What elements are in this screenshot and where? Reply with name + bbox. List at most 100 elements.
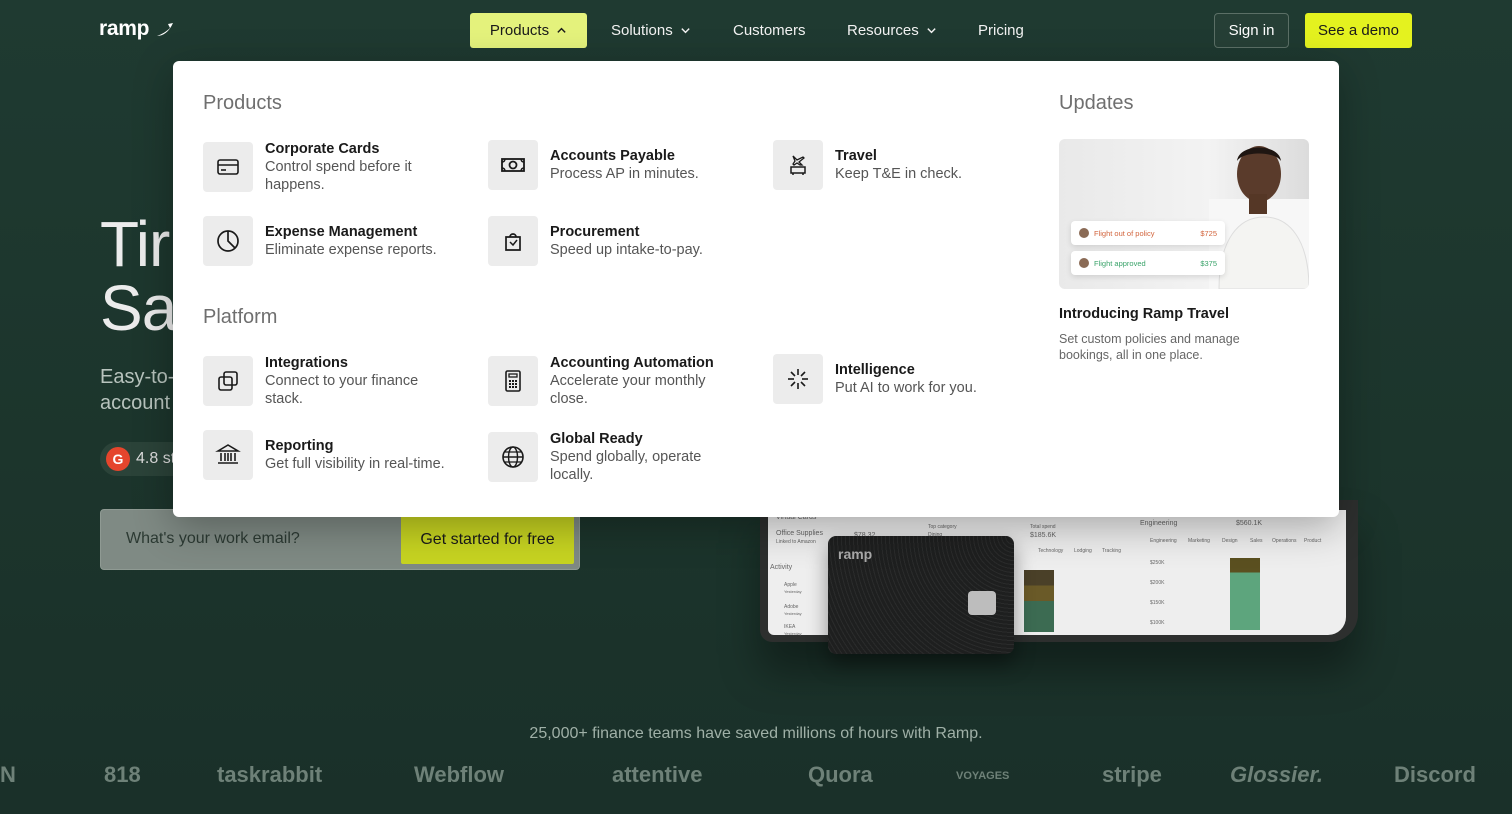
- menu-item-desc: Control spend before it happens.: [265, 159, 412, 193]
- screen-label: $100K: [1150, 620, 1165, 626]
- update-title[interactable]: Introducing Ramp Travel: [1059, 306, 1229, 322]
- ramp-logo[interactable]: ramp: [99, 17, 175, 41]
- screen-label: Linked to Amazon: [776, 539, 816, 545]
- menu-item-global-ready[interactable]: Global Ready Spend globally, operate loca…: [488, 430, 758, 484]
- screen-label: Apple: [784, 582, 797, 588]
- screen-label: $560.1K: [1236, 520, 1263, 527]
- flight-approved-pill: Flight approved $375: [1071, 251, 1225, 275]
- chart-bar: [1230, 558, 1260, 630]
- nav-products[interactable]: Products: [470, 13, 587, 48]
- screen-label: Top category: [928, 524, 957, 530]
- customer-logo: taskrabbit: [217, 762, 323, 787]
- screen-label: Yesterday: [784, 631, 802, 636]
- menu-item-desc: Speed up intake-to-pay.: [550, 242, 703, 258]
- menu-item-title: Global Ready: [550, 431, 643, 447]
- card-logo: ramp: [838, 546, 873, 562]
- menu-item-corporate-cards[interactable]: Corporate Cards Control spend before it h…: [203, 140, 473, 194]
- menu-item-title: Intelligence: [835, 362, 915, 378]
- menu-item-accounting-automation[interactable]: Accounting Automation Accelerate your mon…: [488, 354, 758, 408]
- customer-tagline: 25,000+ finance teams have saved million…: [529, 725, 983, 742]
- screen-label: Yesterday: [784, 589, 802, 594]
- calculator-icon: [488, 356, 538, 406]
- rating-text: 4.8 st: [136, 450, 176, 467]
- menu-item-desc: Process AP in minutes.: [550, 166, 699, 182]
- customer-logo: 818: [104, 762, 141, 787]
- plane-icon: [773, 140, 823, 190]
- menu-item-desc: Accelerate your monthly close.: [550, 373, 706, 407]
- customer-logo: stripe: [1102, 762, 1162, 787]
- bank-icon: [203, 430, 253, 480]
- chart-bar: [1024, 570, 1054, 632]
- menu-item-desc: Spend globally, operate locally.: [550, 449, 702, 483]
- screen-label: Product: [1304, 538, 1322, 544]
- logo-text: ramp: [99, 17, 150, 40]
- g2-logo-icon: G: [106, 447, 130, 471]
- nav-resources[interactable]: Resources: [847, 13, 937, 48]
- screen-label: Adobe: [784, 604, 799, 610]
- menu-item-title: Procurement: [550, 224, 640, 240]
- platform-section-title: Platform: [203, 306, 278, 328]
- card-icon: [203, 142, 253, 192]
- screen-label: Engineering: [1140, 520, 1178, 527]
- chevron-up-icon: [557, 27, 566, 33]
- screen-label: Office Supplies: [776, 530, 823, 537]
- products-dropdown-menu: Products Platform Updates Corporate Card…: [173, 61, 1339, 517]
- screen-label: $250K: [1150, 560, 1165, 566]
- get-started-button[interactable]: Get started for free: [401, 515, 574, 564]
- ramp-travel-promo-image[interactable]: Flight out of policy $725 Flight approve…: [1059, 139, 1309, 289]
- menu-item-procurement[interactable]: Procurement Speed up intake-to-pay.: [488, 216, 758, 266]
- customer-logos: N 818 taskrabbit Webflow attentive Quora…: [0, 762, 1512, 796]
- menu-item-desc: Eliminate expense reports.: [265, 242, 437, 258]
- customer-logo: Quora: [808, 762, 873, 787]
- menu-item-travel[interactable]: Travel Keep T&E in check.: [773, 140, 1043, 190]
- sparkle-icon: [773, 354, 823, 404]
- menu-item-integrations[interactable]: Integrations Connect to your finance stac…: [203, 354, 473, 408]
- menu-item-accounts-payable[interactable]: Accounts Payable Process AP in minutes.: [488, 140, 758, 190]
- menu-item-title: Accounts Payable: [550, 148, 675, 164]
- screen-label: Total spend: [1030, 524, 1056, 530]
- menu-item-title: Expense Management: [265, 224, 418, 240]
- screen-label: Lodging: [1074, 548, 1092, 554]
- nav-pricing-label: Pricing: [978, 22, 1024, 39]
- hero-subtitle: Easy-to- account: [100, 366, 175, 414]
- menu-item-title: Reporting: [265, 438, 334, 454]
- chevron-down-icon: [927, 28, 936, 34]
- chevron-down-icon: [681, 28, 690, 34]
- nav-solutions[interactable]: Solutions: [611, 13, 691, 48]
- avatar: [1079, 228, 1089, 238]
- see-demo-button[interactable]: See a demo: [1305, 13, 1412, 48]
- card-chip-icon: [968, 591, 996, 615]
- screen-label: Technology: [1038, 548, 1064, 554]
- screen-label: Tracking: [1102, 548, 1121, 554]
- email-placeholder: What's your work email?: [126, 530, 300, 547]
- nav-customers-label: Customers: [733, 22, 806, 39]
- bill-icon: [488, 140, 538, 190]
- menu-item-intelligence[interactable]: Intelligence Put AI to work for you.: [773, 354, 1043, 404]
- nav-solutions-label: Solutions: [611, 22, 673, 39]
- menu-item-desc: Put AI to work for you.: [835, 380, 977, 396]
- screen-label: $150K: [1150, 600, 1165, 606]
- menu-item-title: Travel: [835, 148, 877, 164]
- screen-label: Activity: [770, 564, 793, 571]
- nav-products-label: Products: [489, 22, 550, 39]
- screen-label: $185.6K: [1030, 532, 1057, 539]
- customer-logo: attentive: [612, 762, 703, 787]
- menu-item-reporting[interactable]: Reporting Get full visibility in real-tim…: [203, 430, 473, 480]
- updates-section-title: Updates: [1059, 92, 1134, 114]
- top-navigation: ramp Products Solutions Customers Resour…: [0, 0, 1512, 62]
- menu-item-expense-management[interactable]: Expense Management Eliminate expense repo…: [203, 216, 473, 266]
- screen-label: Yesterday: [784, 611, 802, 616]
- menu-item-title: Integrations: [265, 355, 348, 371]
- nav-pricing[interactable]: Pricing: [978, 13, 1024, 48]
- sign-in-button[interactable]: Sign in: [1214, 13, 1289, 48]
- pill-amount: $375: [1200, 258, 1217, 268]
- screen-label: Operations: [1272, 538, 1297, 544]
- shopping-bag-icon: [488, 216, 538, 266]
- ramp-logo-icon: [157, 23, 174, 36]
- avatar: [1079, 258, 1089, 268]
- globe-icon: [488, 432, 538, 482]
- menu-item-desc: Connect to your finance stack.: [265, 373, 419, 407]
- nav-customers[interactable]: Customers: [733, 13, 806, 48]
- screen-label: $200K: [1150, 580, 1165, 586]
- pill-text: Flight approved: [1094, 258, 1146, 268]
